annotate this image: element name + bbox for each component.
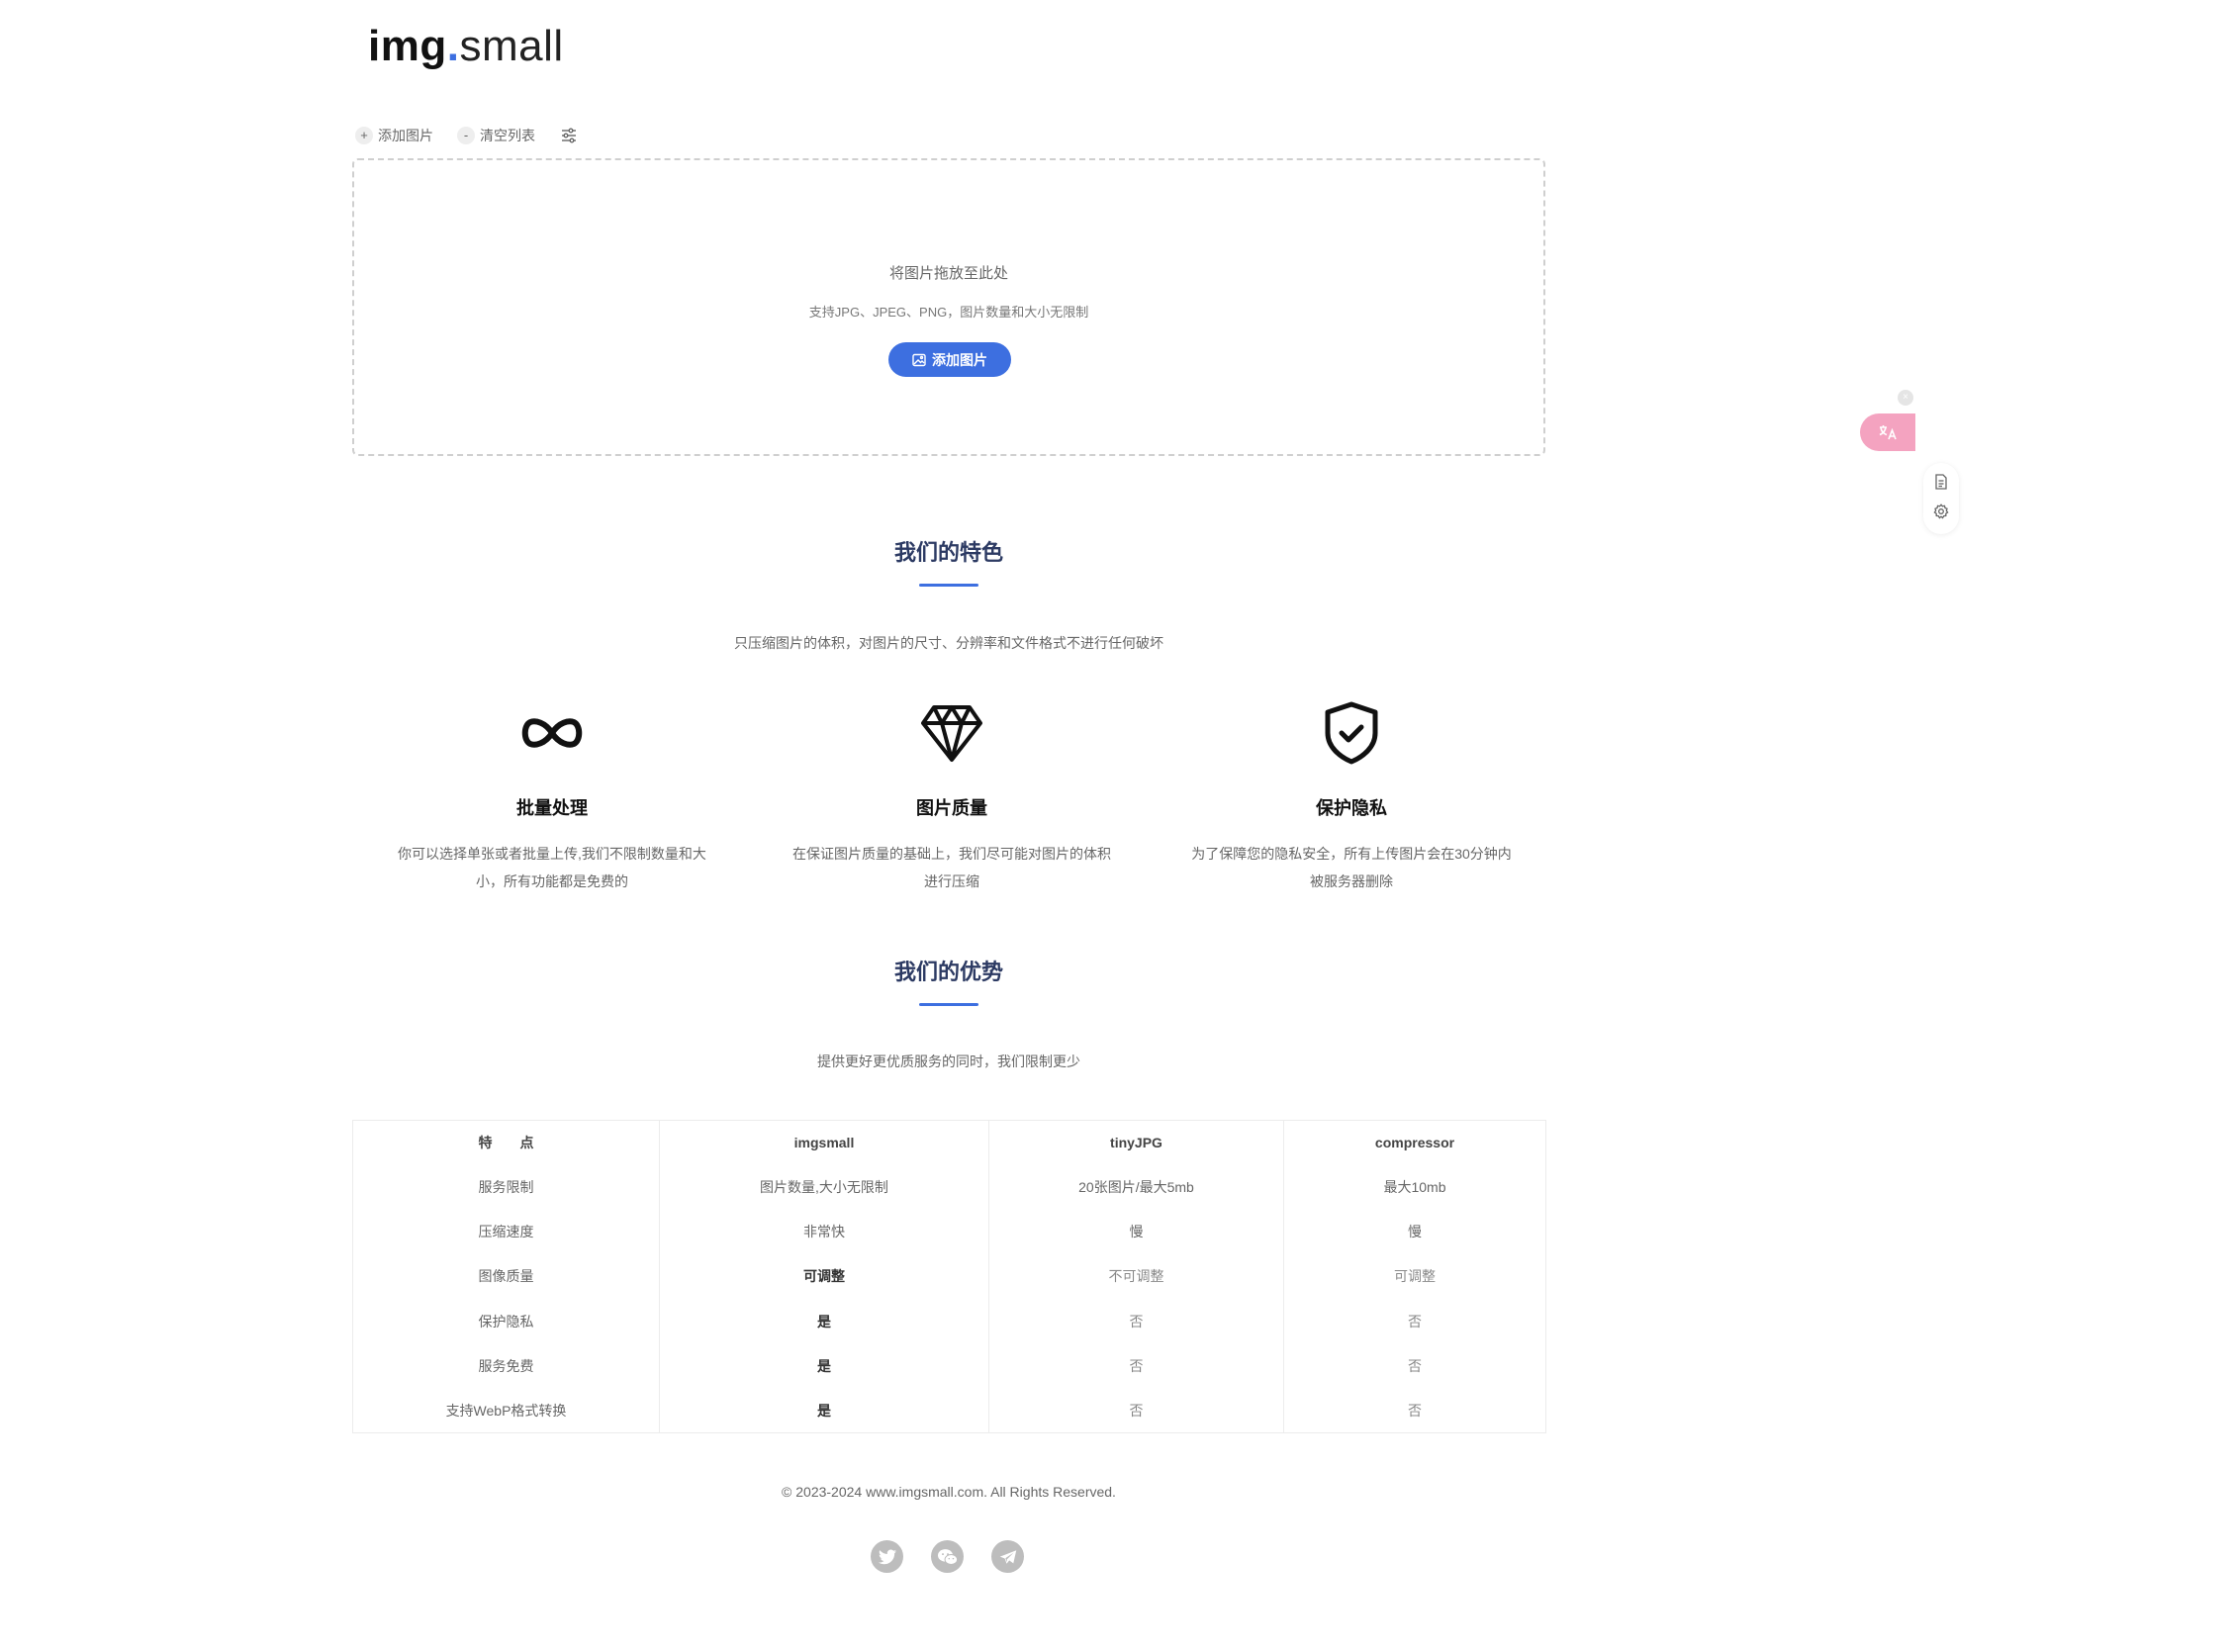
table-header-cell: tinyJPG	[988, 1120, 1284, 1165]
table-cell: 是	[659, 1343, 989, 1389]
add-images-button[interactable]: + 添加图片	[355, 126, 433, 145]
document-icon[interactable]	[1934, 473, 1948, 495]
table-row: 压缩速度 非常快 慢 慢	[353, 1209, 1546, 1254]
table-cell: 服务限制	[478, 1179, 534, 1196]
table-cell: 服务免费	[478, 1357, 534, 1374]
settings-sliders-icon[interactable]	[559, 126, 579, 145]
table-cell: 最大10mb	[1283, 1164, 1546, 1210]
table-cell: 否	[1283, 1299, 1546, 1344]
features-subtitle: 只压缩图片的体积，对图片的尺寸、分辨率和文件格式不进行任何破坏	[734, 635, 1163, 651]
feature-privacy: 保护隐私 为了保障您的隐私安全，所有上传图片会在30分钟内被服务器删除	[1178, 701, 1525, 895]
logo-dot: .	[446, 22, 460, 70]
infinity-icon	[379, 701, 725, 765]
dropzone-add-images-button[interactable]: 添加图片	[888, 342, 1011, 377]
image-icon	[912, 353, 926, 366]
table-cell: 图像质量	[478, 1268, 534, 1285]
table-cell: 是	[659, 1388, 989, 1433]
dropzone-subtitle: 支持JPG、JPEG、PNG，图片数量和大小无限制	[808, 305, 1089, 320]
table-cell: 支持WebP格式转换	[445, 1402, 567, 1419]
add-images-label: 添加图片	[378, 128, 433, 143]
table-cell: 否	[1283, 1343, 1546, 1389]
table-cell: 慢	[1283, 1209, 1546, 1254]
feature-quality-title: 图片质量	[916, 798, 987, 818]
table-cell: 非常快	[659, 1209, 989, 1254]
table-cell: 是	[659, 1299, 989, 1344]
advantages-title-underline	[919, 1003, 978, 1006]
table-cell: 20张图片/最大5mb	[988, 1164, 1284, 1210]
upload-toolbar: + 添加图片 - 清空列表	[355, 126, 579, 145]
table-cell: 可调整	[659, 1253, 989, 1300]
feature-batch-desc: 你可以选择单张或者批量上传,我们不限制数量和大小，所有功能都是免费的	[398, 846, 706, 889]
table-cell: 否	[988, 1299, 1284, 1344]
social-links	[871, 1540, 1052, 1573]
table-row: 服务免费 是 否 否	[353, 1343, 1546, 1389]
diamond-icon	[779, 701, 1125, 765]
shield-check-icon	[1178, 701, 1525, 765]
table-cell: 慢	[988, 1209, 1284, 1254]
advantages-subtitle: 提供更好更优质服务的同时，我们限制更少	[817, 1054, 1080, 1069]
logo-thin-text: small	[459, 22, 564, 70]
table-row: 服务限制 图片数量,大小无限制 20张图片/最大5mb 最大10mb	[353, 1164, 1546, 1210]
table-cell: 不可调整	[988, 1253, 1284, 1300]
minus-icon: -	[457, 127, 475, 144]
translate-icon	[1879, 425, 1897, 440]
feature-quality-desc: 在保证图片质量的基础上，我们尽可能对图片的体积进行压缩	[792, 846, 1111, 889]
feature-quality: 图片质量 在保证图片质量的基础上，我们尽可能对图片的体积进行压缩	[779, 701, 1125, 895]
twitter-icon[interactable]	[871, 1540, 903, 1573]
table-cell: 保护隐私	[478, 1313, 534, 1330]
table-cell: 压缩速度	[478, 1224, 534, 1240]
table-row: 图像质量 可调整 不可调整 可调整	[353, 1253, 1546, 1300]
advantages-title: 我们的优势	[893, 960, 1003, 984]
dropzone-title: 将图片拖放至此处	[888, 265, 1008, 282]
table-row: 支持WebP格式转换 是 否 否	[353, 1388, 1546, 1433]
feature-batch-title: 批量处理	[516, 798, 588, 818]
features-title: 我们的特色	[893, 540, 1003, 565]
floating-tool-panel	[1923, 463, 1959, 534]
feature-privacy-title: 保护隐私	[1316, 798, 1387, 818]
clear-list-button[interactable]: - 清空列表	[457, 126, 535, 145]
logo-bold-text: img	[368, 22, 447, 70]
table-cell: 图片数量,大小无限制	[659, 1164, 989, 1210]
table-row: 保护隐私 是 否 否	[353, 1299, 1546, 1344]
telegram-icon[interactable]	[991, 1540, 1024, 1573]
table-cell: 可调整	[1283, 1253, 1546, 1300]
footer-copyright: © 2023-2024 www.imgsmall.com. All Rights…	[782, 1484, 1116, 1500]
table-header-row: 特 点 imgsmall tinyJPG compressor	[353, 1120, 1546, 1165]
clear-list-label: 清空列表	[480, 128, 535, 143]
feature-privacy-desc: 为了保障您的隐私安全，所有上传图片会在30分钟内被服务器删除	[1191, 846, 1512, 889]
table-header-cell: imgsmall	[659, 1120, 989, 1165]
plus-icon: +	[355, 127, 373, 144]
dropzone-button-label: 添加图片	[932, 351, 987, 368]
table-header-cell: 特 点	[478, 1135, 534, 1151]
gear-icon[interactable]	[1933, 503, 1949, 524]
site-logo[interactable]: img.small	[368, 22, 564, 71]
table-cell: 否	[988, 1388, 1284, 1433]
feature-batch: 批量处理 你可以选择单张或者批量上传,我们不限制数量和大小，所有功能都是免费的	[379, 701, 725, 895]
comparison-table: 特 点 imgsmall tinyJPG compressor 服务限制 图片数…	[352, 1120, 1546, 1433]
table-cell: 否	[1283, 1388, 1546, 1433]
wechat-icon[interactable]	[931, 1540, 964, 1573]
floating-close-button[interactable]: ×	[1898, 390, 1913, 406]
table-cell: 否	[988, 1343, 1284, 1389]
table-header-cell: compressor	[1283, 1120, 1546, 1165]
image-dropzone[interactable]: 将图片拖放至此处 支持JPG、JPEG、PNG，图片数量和大小无限制 添加图片	[352, 158, 1545, 456]
translate-button[interactable]	[1860, 413, 1915, 451]
features-title-underline	[919, 584, 978, 587]
